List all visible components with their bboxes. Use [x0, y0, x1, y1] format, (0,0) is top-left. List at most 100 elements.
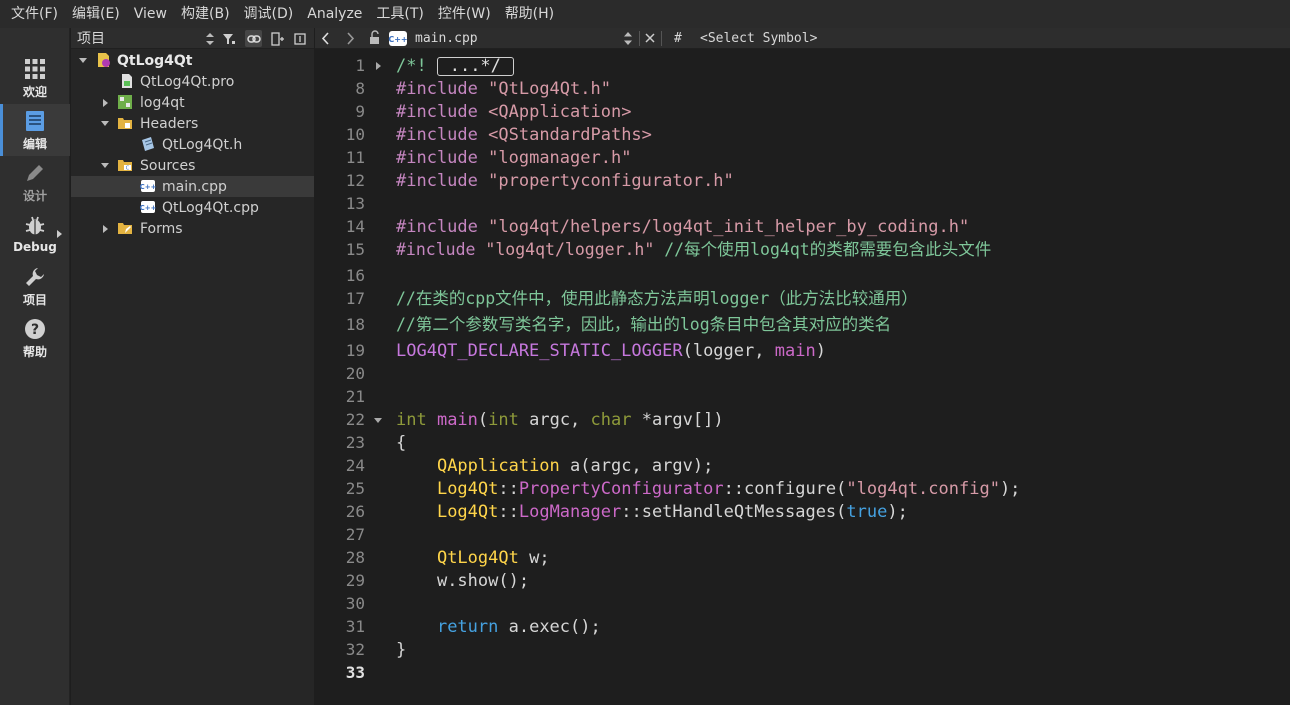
- fold-collapsed-icon[interactable]: [373, 56, 383, 76]
- document-icon: [23, 109, 47, 133]
- grid-icon: [23, 57, 47, 81]
- mode-bar: 欢迎 编辑 设计 Debug 项目 ? 帮助: [0, 28, 70, 705]
- menu-build[interactable]: 构建(B): [174, 0, 237, 28]
- forward-icon[interactable]: [345, 28, 355, 49]
- tree-label: Sources: [140, 157, 196, 174]
- tree-label: QtLog4Qt.cpp: [162, 199, 259, 216]
- menu-help[interactable]: 帮助(H): [498, 0, 561, 28]
- collapse-arrow-icon[interactable]: [77, 50, 89, 71]
- code-token: LogManager: [518, 502, 622, 522]
- code-token: a.exec();: [498, 617, 601, 637]
- tree-label: Headers: [140, 115, 199, 132]
- menu-bar: 文件(F) 编辑(E) View 构建(B) 调试(D) Analyze 工具(…: [0, 0, 1290, 28]
- code-editor[interactable]: 1 8 9 10 11 12 13 14 15 16 17 18 19 20 21 22 23 24 25 26 27 2…: [315, 49, 1290, 705]
- code-comment: //每个使用log4qt的类都需要包含此头文件: [664, 240, 992, 259]
- tree-label: Forms: [140, 220, 183, 237]
- link-icon[interactable]: [245, 30, 262, 47]
- collapse-arrow-icon[interactable]: [99, 155, 111, 176]
- tree-label: QtLog4Qt: [117, 52, 193, 69]
- expand-arrow-icon[interactable]: [99, 218, 111, 239]
- code-token: LOG4QT_DECLARE_STATIC_LOGGER: [396, 341, 683, 361]
- updown-icon[interactable]: [623, 28, 633, 49]
- code-token: /*!: [396, 56, 427, 76]
- line-number: 11: [345, 148, 365, 167]
- code-token: ::: [723, 479, 745, 499]
- svg-text:C: C: [126, 166, 130, 172]
- mode-welcome[interactable]: 欢迎: [0, 52, 70, 104]
- header-file-icon: [140, 136, 156, 152]
- line-number: 14: [345, 217, 365, 236]
- tree-item-headers[interactable]: Headers: [71, 113, 314, 134]
- code-token: ): [815, 341, 826, 361]
- tree-label: QtLog4Qt.h: [162, 136, 243, 153]
- line-number: 8: [355, 79, 365, 98]
- menu-tools[interactable]: 工具(T): [369, 0, 430, 28]
- close-icon[interactable]: [644, 28, 656, 49]
- tree-item-log4qt[interactable]: log4qt: [71, 92, 314, 113]
- editor-toolbar: C++ main.cpp # <Select Symbol>: [315, 28, 1290, 49]
- folded-block[interactable]: ...*/: [436, 57, 514, 76]
- code-token: }: [396, 640, 407, 660]
- code-token: );: [999, 479, 1021, 499]
- tree-item-sources[interactable]: C Sources: [71, 155, 314, 176]
- close-pane-icon[interactable]: [291, 30, 308, 47]
- menu-file[interactable]: 文件(F): [4, 0, 65, 28]
- code-token: setHandleQtMessages(: [641, 502, 847, 522]
- mode-label: 帮助: [22, 344, 47, 359]
- menu-debug[interactable]: 调试(D): [237, 0, 301, 28]
- code-line-25: Log4Qt::PropertyConfigurator::configure(…: [396, 479, 1020, 499]
- tree-item-project[interactable]: QtLog4Qt: [71, 50, 314, 71]
- expand-arrow-icon[interactable]: [57, 230, 62, 238]
- tree-item-forms[interactable]: Forms: [71, 218, 314, 239]
- code-token: ::: [498, 479, 519, 499]
- code-line-11: #include "logmanager.h": [396, 148, 631, 168]
- menu-widgets[interactable]: 控件(W): [431, 0, 498, 28]
- mode-label: Debug: [13, 240, 57, 254]
- line-number: 13: [345, 194, 365, 213]
- tree-item-qtlog4qt-cpp[interactable]: C++ QtLog4Qt.cpp: [71, 197, 314, 218]
- mode-label: 欢迎: [22, 84, 47, 99]
- line-number: 12: [345, 171, 365, 190]
- code-token: "log4qt/logger.h": [485, 240, 655, 259]
- tree-item-pro-file[interactable]: QtLog4Qt.pro: [71, 71, 314, 92]
- menu-view[interactable]: View: [127, 0, 174, 28]
- tree-item-main-cpp[interactable]: C++ main.cpp: [71, 176, 314, 197]
- menu-edit[interactable]: 编辑(E): [65, 0, 127, 28]
- pro-file-icon: [119, 73, 135, 89]
- project-pane-title: 项目: [77, 31, 105, 47]
- mode-help[interactable]: ? 帮助: [0, 312, 70, 364]
- tree-item-header-file[interactable]: QtLog4Qt.h: [71, 134, 314, 155]
- updown-icon[interactable]: [201, 30, 218, 47]
- svg-text:C++: C++: [140, 183, 156, 191]
- mode-debug[interactable]: Debug: [0, 208, 70, 260]
- code-token: true: [846, 502, 888, 522]
- code-token: #include: [396, 171, 478, 191]
- line-number: 24: [345, 456, 365, 475]
- open-file-name[interactable]: main.cpp: [415, 28, 478, 49]
- fold-expanded-icon[interactable]: [373, 410, 383, 430]
- mode-projects[interactable]: 项目: [0, 260, 70, 312]
- code-line-22: int main(int argc, char *argv[]): [396, 410, 724, 430]
- mode-design[interactable]: 设计: [0, 156, 70, 208]
- code-token: int: [488, 410, 519, 430]
- symbol-selector[interactable]: <Select Symbol>: [700, 28, 817, 49]
- mode-edit[interactable]: 编辑: [0, 104, 70, 156]
- back-icon[interactable]: [321, 28, 331, 49]
- code-token: "log4qt.config": [846, 479, 1000, 499]
- sources-folder-icon: C: [117, 157, 133, 173]
- code-token: w;: [518, 548, 550, 568]
- filter-icon[interactable]: [220, 30, 237, 47]
- line-number: 23: [345, 433, 365, 452]
- tree-label: main.cpp: [162, 178, 227, 195]
- expand-arrow-icon[interactable]: [99, 92, 111, 113]
- code-token: logger: [692, 341, 755, 361]
- collapse-arrow-icon[interactable]: [99, 113, 111, 134]
- line-number: 10: [345, 125, 365, 144]
- code-comment: //在类的cpp文件中，使用此静态方法声明logger（此方法比较通用）: [396, 289, 918, 308]
- menu-analyze[interactable]: Analyze: [300, 0, 369, 28]
- lock-icon[interactable]: [369, 28, 381, 49]
- line-number: 26: [345, 502, 365, 521]
- code-line-24: QApplication a(argc, argv);: [396, 456, 713, 476]
- code-token: Log4Qt: [436, 502, 499, 522]
- split-icon[interactable]: [269, 30, 286, 47]
